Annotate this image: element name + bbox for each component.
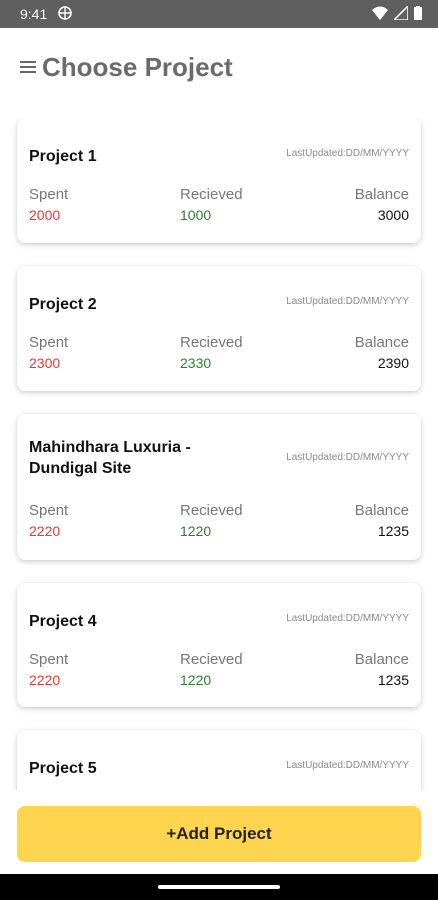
- project-name: Mahindhara Luxuria -Dundigal Site: [29, 439, 191, 477]
- balance-label: Balance: [354, 502, 409, 519]
- last-updated: LastUpdated:DD/MM/YYYY: [286, 760, 409, 771]
- received-stat: Recieved 1000: [180, 186, 243, 223]
- balance-label: Balance: [354, 651, 409, 668]
- balance-label: Balance: [354, 334, 409, 351]
- spent-value: 2300: [29, 355, 61, 371]
- last-updated: LastUpdated:DD/MM/YYYY: [286, 452, 409, 463]
- signal-icon: [394, 6, 408, 20]
- spent-stat: Spent 2220: [29, 502, 68, 539]
- spent-label: Spent: [29, 186, 69, 203]
- received-value: 1220: [180, 672, 212, 688]
- project-card[interactable]: Project 2 LastUpdated:DD/MM/YYYY Spent 2…: [17, 266, 421, 391]
- spent-stat: Spent 2000: [29, 186, 68, 223]
- spent-value: 2000: [29, 207, 61, 223]
- project-card[interactable]: Mahindhara Luxuria -Dundigal Site LastUp…: [17, 414, 421, 560]
- received-stat: Recieved 2330: [180, 334, 243, 371]
- balance-stat: Balance 2390: [355, 334, 409, 371]
- spent-value: 2220: [29, 523, 61, 539]
- wifi-icon: [372, 6, 388, 20]
- received-label: Recieved: [180, 334, 243, 351]
- balance-value: 1235: [377, 523, 409, 539]
- balance-label: Balance: [354, 186, 409, 203]
- footer-area: +Add Project: [0, 790, 438, 874]
- last-updated: LastUpdated:DD/MM/YYYY: [286, 296, 409, 307]
- received-label: Recieved: [180, 502, 243, 519]
- project-list[interactable]: Project 1 LastUpdated:DD/MM/YYYY Spent 2…: [0, 118, 438, 790]
- home-gesture-handle[interactable]: [158, 885, 280, 889]
- spent-stat: Spent 2300: [29, 334, 68, 371]
- spent-label: Spent: [29, 502, 69, 519]
- app-header: Choose Project: [0, 28, 438, 110]
- battery-icon: [414, 6, 422, 20]
- system-nav-bar: [0, 874, 438, 900]
- balance-stat: Balance 1235: [355, 502, 409, 539]
- balance-stat: Balance 3000: [355, 186, 409, 223]
- app-notification-icon: [58, 6, 72, 20]
- balance-value: 2390: [377, 355, 409, 371]
- project-name: Project 1: [29, 148, 97, 165]
- menu-icon[interactable]: [20, 61, 36, 73]
- balance-value: 1235: [377, 672, 409, 688]
- received-label: Recieved: [180, 186, 243, 203]
- page-title: Choose Project: [42, 52, 233, 82]
- project-name: Project 4: [29, 613, 97, 630]
- balance-value: 3000: [377, 207, 409, 223]
- project-card[interactable]: Project 1 LastUpdated:DD/MM/YYYY Spent 2…: [17, 118, 421, 243]
- last-updated: LastUpdated:DD/MM/YYYY: [286, 148, 409, 159]
- received-label: Recieved: [180, 651, 243, 668]
- project-name: Project 2: [29, 296, 97, 313]
- spent-label: Spent: [29, 651, 69, 668]
- received-value: 1000: [180, 207, 212, 223]
- project-name: Project 5: [29, 760, 97, 777]
- spent-stat: Spent 2220: [29, 651, 68, 688]
- balance-stat: Balance 1235: [355, 651, 409, 688]
- spent-label: Spent: [29, 334, 69, 351]
- received-value: 2330: [180, 355, 212, 371]
- last-updated: LastUpdated:DD/MM/YYYY: [286, 613, 409, 624]
- status-time: 9:41: [20, 6, 48, 22]
- project-card[interactable]: Project 4 LastUpdated:DD/MM/YYYY Spent 2…: [17, 583, 421, 707]
- add-project-button[interactable]: +Add Project: [17, 806, 421, 862]
- status-bar: 9:41: [0, 0, 438, 28]
- received-stat: Recieved 1220: [180, 651, 243, 688]
- spent-value: 2220: [29, 672, 61, 688]
- received-stat: Recieved 1220: [180, 502, 243, 539]
- project-card[interactable]: Project 5 LastUpdated:DD/MM/YYYY: [17, 730, 421, 790]
- received-value: 1220: [180, 523, 212, 539]
